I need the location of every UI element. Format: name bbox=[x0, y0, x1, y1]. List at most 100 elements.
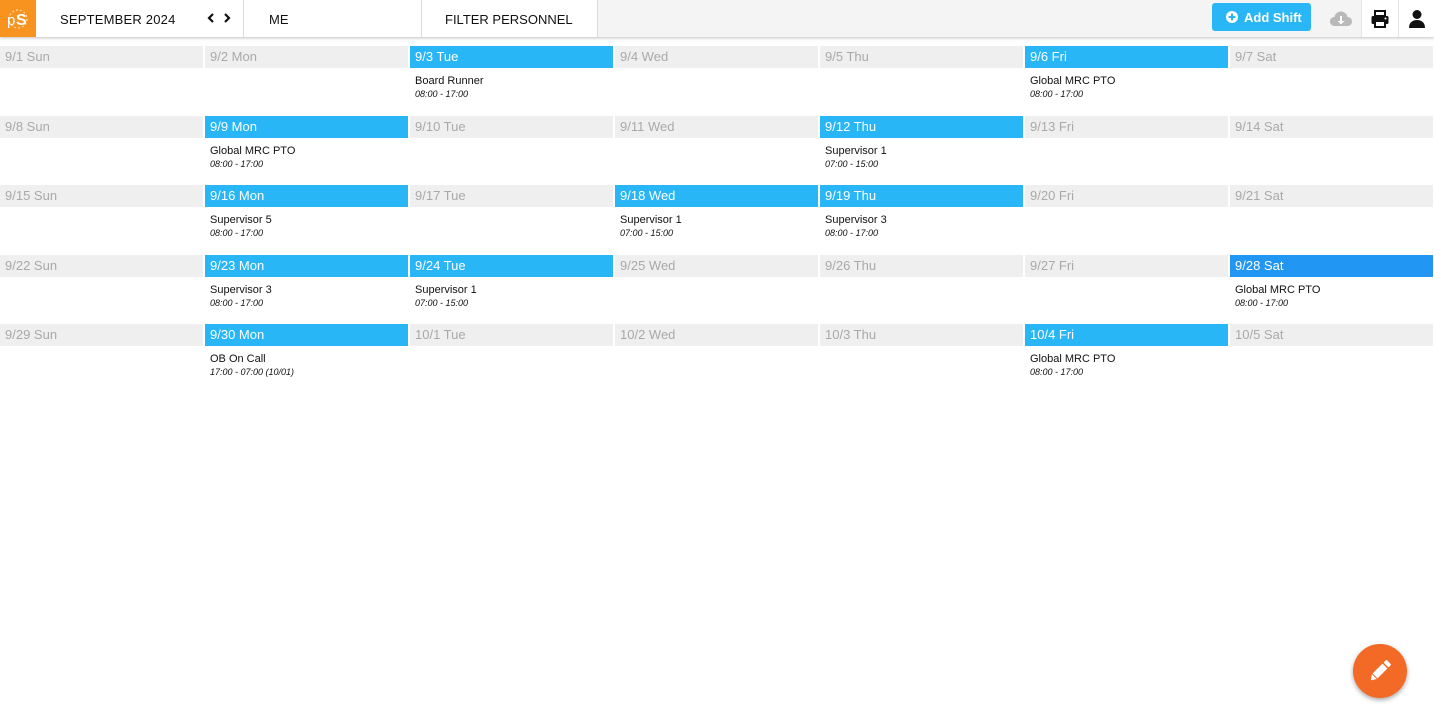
calendar-day-cell[interactable]: 9/5 Thu bbox=[820, 46, 1023, 115]
shift-entry[interactable]: Supervisor 1 07:00 - 15:00 bbox=[820, 145, 1023, 171]
top-toolbar: p S SEPTEMBER 2024 ME FILTER PERSONNEL A… bbox=[0, 0, 1434, 37]
pencil-icon bbox=[1370, 660, 1391, 681]
day-header: 9/20 Fri bbox=[1025, 185, 1228, 207]
calendar-day-cell[interactable]: 9/16 Mon Supervisor 5 08:00 - 17:00 bbox=[205, 185, 408, 254]
calendar-day-cell[interactable]: 9/17 Tue bbox=[410, 185, 613, 254]
day-header: 9/2 Mon bbox=[205, 46, 408, 68]
svg-text:p: p bbox=[7, 12, 15, 29]
calendar-day-cell[interactable]: 9/1 Sun bbox=[0, 46, 203, 115]
shift-entry[interactable]: Supervisor 3 08:00 - 17:00 bbox=[205, 284, 408, 310]
shift-name: Supervisor 3 bbox=[210, 283, 272, 296]
day-header: 9/23 Mon bbox=[205, 254, 408, 277]
calendar-week: 9/29 Sun 9/30 Mon OB On Call 17:00 - 07:00 … bbox=[0, 324, 1434, 394]
calendar-day-cell[interactable]: 10/5 Sat bbox=[1230, 324, 1433, 393]
shift-entry[interactable]: Supervisor 3 08:00 - 17:00 bbox=[820, 214, 1023, 240]
calendar-week: 9/1 Sun 9/2 Mon 9/3 Tue Board Runner 08:00 -… bbox=[0, 46, 1434, 116]
calendar-day-cell[interactable]: 9/22 Sun bbox=[0, 254, 203, 324]
chevron-right-icon[interactable] bbox=[220, 9, 234, 27]
logo-icon: p S bbox=[7, 8, 28, 29]
user-profile-button[interactable] bbox=[1399, 0, 1434, 37]
shift-entry[interactable]: Supervisor 5 08:00 - 17:00 bbox=[205, 214, 408, 240]
download-button[interactable] bbox=[1322, 0, 1360, 37]
calendar-day-cell[interactable]: 9/11 Wed bbox=[615, 115, 818, 185]
chevron-left-icon[interactable] bbox=[204, 9, 218, 27]
printer-icon bbox=[1371, 9, 1389, 28]
day-header: 9/13 Fri bbox=[1025, 115, 1228, 138]
calendar-day-cell[interactable]: 9/20 Fri bbox=[1025, 185, 1228, 254]
calendar-day-cell[interactable]: 9/21 Sat bbox=[1230, 185, 1433, 254]
day-header: 9/18 Wed bbox=[615, 185, 818, 207]
shift-time: 08:00 - 17:00 bbox=[210, 297, 264, 308]
calendar-day-cell[interactable]: 9/9 Mon Global MRC PTO 08:00 - 17:00 bbox=[205, 115, 408, 185]
day-header: 9/30 Mon bbox=[205, 324, 408, 346]
month-calendar: 9/1 Sun 9/2 Mon 9/3 Tue Board Runner 08:00 -… bbox=[0, 46, 1434, 394]
calendar-day-cell[interactable]: 9/23 Mon Supervisor 3 08:00 - 17:00 bbox=[205, 254, 408, 324]
calendar-day-cell[interactable]: 9/18 Wed Supervisor 1 07:00 - 15:00 bbox=[615, 185, 818, 254]
shift-time: 08:00 - 17:00 bbox=[1235, 297, 1289, 308]
shift-time: 08:00 - 17:00 bbox=[210, 228, 264, 238]
calendar-day-cell[interactable]: 9/14 Sat bbox=[1230, 115, 1433, 185]
edit-fab-button[interactable] bbox=[1353, 644, 1407, 698]
calendar-day-cell[interactable]: 9/12 Thu Supervisor 1 07:00 - 15:00 bbox=[820, 115, 1023, 185]
calendar-day-cell[interactable]: 9/3 Tue Board Runner 08:00 - 17:00 bbox=[410, 46, 613, 115]
day-header: 9/21 Sat bbox=[1230, 185, 1433, 207]
calendar-day-cell[interactable]: 10/1 Tue bbox=[410, 324, 613, 393]
day-header: 9/6 Fri bbox=[1025, 46, 1228, 68]
day-header: 10/1 Tue bbox=[410, 324, 613, 346]
calendar-day-cell[interactable]: 9/26 Thu bbox=[820, 254, 1023, 324]
plus-circle-icon bbox=[1226, 11, 1238, 23]
me-label: ME bbox=[269, 12, 289, 27]
shift-name: Global MRC PTO bbox=[210, 144, 296, 157]
shift-time: 17:00 - 07:00 (10/01) bbox=[210, 367, 295, 377]
me-filter-button[interactable]: ME bbox=[244, 0, 422, 37]
calendar-day-cell[interactable]: 9/8 Sun bbox=[0, 115, 203, 185]
calendar-day-cell[interactable]: 10/4 Fri Global MRC PTO 08:00 - 17:00 bbox=[1025, 324, 1228, 393]
shift-entry[interactable]: Supervisor 1 07:00 - 15:00 bbox=[410, 284, 613, 310]
shift-entry[interactable]: Global MRC PTO 08:00 - 17:00 bbox=[1025, 353, 1228, 379]
day-header: 9/11 Wed bbox=[615, 115, 818, 138]
shift-name: Supervisor 5 bbox=[210, 214, 272, 226]
add-shift-button[interactable]: Add Shift bbox=[1212, 3, 1311, 31]
shift-entry[interactable]: Supervisor 1 07:00 - 15:00 bbox=[615, 214, 818, 240]
day-header: 9/19 Thu bbox=[820, 185, 1023, 207]
shift-entry[interactable]: Board Runner 08:00 - 17:00 bbox=[410, 75, 613, 101]
calendar-day-cell[interactable]: 9/6 Fri Global MRC PTO 08:00 - 17:00 bbox=[1025, 46, 1228, 115]
shift-name: Supervisor 3 bbox=[825, 214, 887, 226]
calendar-day-cell[interactable]: 9/25 Wed bbox=[615, 254, 818, 324]
day-header: 9/25 Wed bbox=[615, 254, 818, 277]
calendar-day-cell[interactable]: 9/24 Tue Supervisor 1 07:00 - 15:00 bbox=[410, 254, 613, 324]
day-header: 9/14 Sat bbox=[1230, 115, 1433, 138]
calendar-week: 9/8 Sun 9/9 Mon Global MRC PTO 08:00 - 17:0… bbox=[0, 115, 1434, 186]
print-button[interactable] bbox=[1361, 0, 1399, 37]
calendar-day-cell[interactable]: 9/7 Sat bbox=[1230, 46, 1433, 115]
day-header: 9/17 Tue bbox=[410, 185, 613, 207]
day-header: 9/29 Sun bbox=[0, 324, 203, 346]
calendar-day-cell[interactable]: 9/13 Fri bbox=[1025, 115, 1228, 185]
shift-time: 07:00 - 15:00 bbox=[415, 297, 469, 308]
calendar-day-cell[interactable]: 9/30 Mon OB On Call 17:00 - 07:00 (10/01) bbox=[205, 324, 408, 393]
calendar-day-cell[interactable]: 10/2 Wed bbox=[615, 324, 818, 393]
app-logo[interactable]: p S bbox=[0, 0, 36, 37]
calendar-day-cell[interactable]: 9/19 Thu Supervisor 3 08:00 - 17:00 bbox=[820, 185, 1023, 254]
shift-entry[interactable]: OB On Call 17:00 - 07:00 (10/01) bbox=[205, 353, 408, 379]
shift-entry[interactable]: Global MRC PTO 08:00 - 17:00 bbox=[1230, 284, 1433, 310]
calendar-day-cell[interactable]: 9/15 Sun bbox=[0, 185, 203, 254]
filter-personnel-button[interactable]: FILTER PERSONNEL bbox=[422, 0, 598, 37]
month-selector: SEPTEMBER 2024 bbox=[36, 0, 244, 37]
calendar-day-cell[interactable]: 9/10 Tue bbox=[410, 115, 613, 185]
svg-text:S: S bbox=[16, 12, 27, 29]
day-header: 10/5 Sat bbox=[1230, 324, 1433, 346]
filter-personnel-label: FILTER PERSONNEL bbox=[445, 12, 573, 27]
calendar-day-cell[interactable]: 9/29 Sun bbox=[0, 324, 203, 393]
shift-entry[interactable]: Global MRC PTO 08:00 - 17:00 bbox=[1025, 75, 1228, 101]
calendar-day-cell[interactable]: 9/4 Wed bbox=[615, 46, 818, 115]
calendar-day-cell[interactable]: 9/28 Sat Global MRC PTO 08:00 - 17:00 bbox=[1230, 254, 1433, 324]
day-header: 9/10 Tue bbox=[410, 115, 613, 138]
calendar-day-cell[interactable]: 10/3 Thu bbox=[820, 324, 1023, 393]
day-header: 9/9 Mon bbox=[205, 115, 408, 138]
shift-entry[interactable]: Global MRC PTO 08:00 - 17:00 bbox=[205, 145, 408, 171]
calendar-day-cell[interactable]: 9/27 Fri bbox=[1025, 254, 1228, 324]
calendar-day-cell[interactable]: 9/2 Mon bbox=[205, 46, 408, 115]
day-header: 10/4 Fri bbox=[1025, 324, 1228, 346]
calendar-week: 9/22 Sun 9/23 Mon Supervisor 3 08:00 - 17:0… bbox=[0, 254, 1434, 325]
